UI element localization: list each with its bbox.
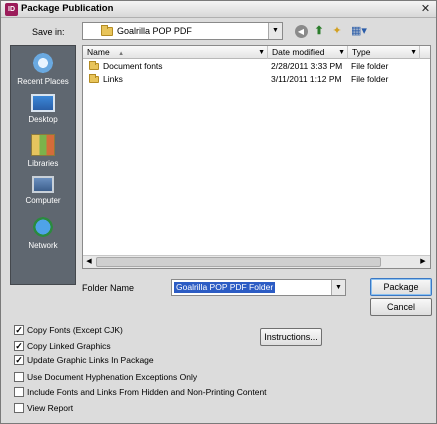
- option-label: Copy Fonts (Except CJK): [27, 325, 123, 335]
- checkbox[interactable]: ✓: [14, 341, 24, 351]
- place-label: Network: [28, 241, 58, 250]
- checkbox[interactable]: ✓: [14, 355, 24, 365]
- up-one-level-icon[interactable]: ⬆: [311, 23, 327, 39]
- save-in-label: Save in:: [32, 27, 65, 37]
- chevron-down-icon[interactable]: ▼: [331, 280, 345, 295]
- place-label: Computer: [25, 196, 61, 205]
- file-list-header: Name ▲ ▼ Date modified ▼ Type ▼: [83, 46, 430, 59]
- libraries-icon: [31, 134, 55, 156]
- close-icon[interactable]: ✕: [419, 3, 432, 16]
- view-menu-icon[interactable]: ▦▾: [348, 23, 370, 39]
- scroll-right-icon[interactable]: ▶: [418, 257, 428, 267]
- save-in-dropdown[interactable]: Goalrilla POP PDF ▼: [82, 22, 283, 40]
- file-type: File folder: [351, 61, 389, 71]
- horizontal-scrollbar[interactable]: ◀ ▶: [83, 255, 430, 268]
- option-label: Update Graphic Links In Package: [27, 355, 154, 365]
- back-button[interactable]: ◀: [293, 23, 309, 39]
- checkbox[interactable]: ✓: [14, 325, 24, 335]
- chevron-down-icon[interactable]: ▼: [268, 23, 282, 39]
- column-label: Name: [87, 47, 110, 57]
- file-date: 2/28/2011 3:33 PM: [271, 61, 343, 71]
- file-date: 3/11/2011 1:12 PM: [271, 74, 342, 84]
- package-publication-dialog: ID Package Publication ✕ Save in: Goalri…: [0, 0, 437, 424]
- indesign-app-icon: ID: [5, 3, 18, 16]
- checkbox[interactable]: [14, 403, 24, 413]
- column-label: Date modified: [272, 47, 325, 57]
- folder-icon: [101, 25, 113, 36]
- table-row[interactable]: Document fonts 2/28/2011 3:33 PM File fo…: [83, 60, 430, 73]
- folder-name-input[interactable]: Goalrilla POP PDF Folder ▼: [171, 279, 346, 296]
- place-label: Recent Places: [17, 77, 69, 86]
- cancel-button[interactable]: Cancel: [370, 298, 432, 316]
- package-button[interactable]: Package: [370, 278, 432, 296]
- option-label: View Report: [27, 403, 74, 413]
- checkbox[interactable]: [14, 372, 24, 382]
- scroll-left-icon[interactable]: ◀: [84, 257, 94, 267]
- column-header-name[interactable]: Name ▲ ▼: [83, 46, 268, 59]
- place-desktop[interactable]: Desktop: [11, 94, 75, 124]
- option-label: Use Document Hyphenation Exceptions Only: [27, 372, 198, 382]
- scrollbar-thumb[interactable]: [96, 257, 381, 267]
- file-type: File folder: [351, 74, 389, 84]
- file-name: Document fonts: [103, 61, 163, 71]
- checkbox[interactable]: [14, 387, 24, 397]
- recent-places-icon: [31, 52, 55, 74]
- place-computer[interactable]: Computer: [11, 176, 75, 205]
- instructions-button[interactable]: Instructions...: [260, 328, 322, 346]
- chevron-down-icon[interactable]: ▼: [410, 46, 417, 59]
- save-in-value: Goalrilla POP PDF: [117, 26, 192, 36]
- place-label: Libraries: [27, 159, 59, 168]
- place-recent-places[interactable]: Recent Places: [11, 52, 75, 86]
- computer-icon: [32, 176, 54, 193]
- title-bar: ID Package Publication ✕: [1, 1, 436, 18]
- place-label: Desktop: [28, 115, 58, 124]
- network-icon: [31, 216, 55, 238]
- folder-name-value: Goalrilla POP PDF Folder: [174, 282, 276, 293]
- column-header-date-modified[interactable]: Date modified ▼: [268, 46, 348, 59]
- chevron-down-icon[interactable]: ▼: [338, 46, 345, 59]
- folder-name-label: Folder Name: [82, 283, 135, 293]
- desktop-icon: [31, 94, 55, 112]
- table-row[interactable]: Links 3/11/2011 1:12 PM File folder: [83, 73, 430, 86]
- file-name: Links: [103, 74, 123, 84]
- new-folder-icon[interactable]: ✦: [329, 23, 345, 39]
- place-network[interactable]: Network: [11, 216, 75, 250]
- folder-icon: [89, 61, 99, 70]
- place-libraries[interactable]: Libraries: [11, 134, 75, 168]
- option-label: Copy Linked Graphics: [27, 341, 111, 351]
- back-arrow-icon: ◀: [294, 25, 308, 38]
- file-list: Name ▲ ▼ Date modified ▼ Type ▼ Document…: [82, 45, 431, 269]
- chevron-down-icon[interactable]: ▼: [258, 46, 265, 59]
- column-label: Type: [352, 47, 371, 57]
- option-label: Include Fonts and Links From Hidden and …: [27, 387, 267, 397]
- places-bar: Recent Places Desktop Libraries Computer…: [10, 45, 76, 285]
- sort-ascending-icon: ▲: [118, 51, 125, 57]
- folder-icon: [89, 74, 99, 83]
- dialog-title: Package Publication: [21, 3, 114, 14]
- column-header-type[interactable]: Type ▼: [348, 46, 420, 59]
